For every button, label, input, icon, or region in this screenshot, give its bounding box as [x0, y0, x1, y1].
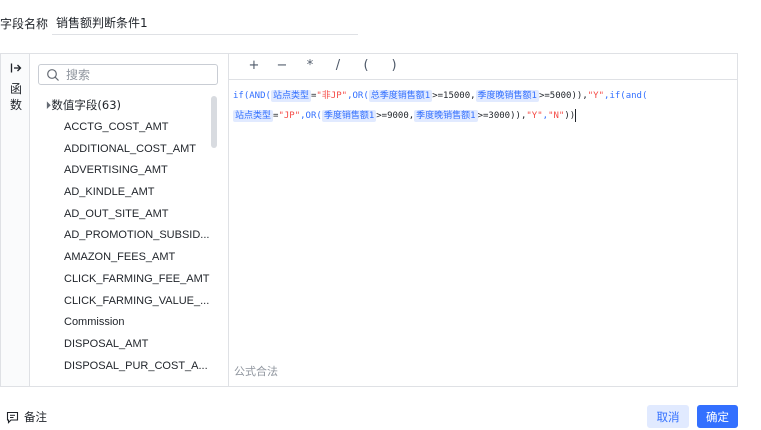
field-item[interactable]: ADVERTISING_AMT	[64, 160, 214, 182]
number-token: >=5000)),	[538, 91, 588, 101]
fn-token: if	[609, 91, 621, 101]
divide-operator-button[interactable]: /	[330, 58, 346, 73]
field-item[interactable]: DISPOSAL_AMT	[64, 334, 214, 356]
formula-editor: + − * / ( ) if(AND(站点类型 ="非JP",OR(总季度销售额1…	[229, 54, 737, 386]
minus-operator-button[interactable]: −	[274, 58, 290, 73]
field-name-row: 字段名称	[0, 11, 50, 35]
field-token[interactable]: 站点类型	[233, 110, 274, 122]
search-input[interactable]	[66, 67, 206, 82]
fn-token: OR	[305, 111, 317, 121]
plus-operator-button[interactable]: +	[246, 58, 262, 73]
field-item[interactable]: AD_PROMOTION_SUBSID...	[64, 225, 214, 247]
field-item[interactable]: AD_KINDLE_AMT	[64, 182, 214, 204]
fn-token: OR	[352, 91, 364, 101]
cancel-button[interactable]: 取消	[647, 405, 689, 428]
side-tabs: 函数	[1, 54, 30, 386]
number-token: >=9000,	[376, 111, 415, 121]
string-token: "Y"	[526, 111, 543, 121]
field-item[interactable]: AD_OUT_SITE_AMT	[64, 204, 214, 226]
fn-token: and	[625, 91, 642, 101]
field-item[interactable]: AMAZON_FEES_AMT	[64, 247, 214, 269]
string-token: "N"	[548, 111, 565, 121]
field-item[interactable]: Commission	[64, 312, 214, 334]
string-token: "Y"	[587, 91, 605, 101]
field-list: ACCTG_COST_AMT ADDITIONAL_COST_AMT ADVER…	[64, 117, 214, 377]
comment-icon	[6, 411, 19, 424]
collapse-arrow-icon[interactable]	[10, 62, 22, 74]
number-token: >=3000)),	[477, 111, 527, 121]
field-token[interactable]: 季度晚销售额1	[475, 90, 539, 102]
close-paren-token: ))	[564, 111, 576, 121]
formula-text[interactable]: if(AND(站点类型 ="非JP",OR(总季度销售额1 >=15000, 季度晚销…	[233, 86, 733, 126]
confirm-button[interactable]: 确定	[697, 405, 738, 428]
operator-toolbar: + − * / ( )	[229, 54, 737, 80]
field-token[interactable]: 季度销售额1	[321, 110, 377, 122]
field-name-label: 字段名称	[0, 16, 49, 31]
field-item[interactable]: ADDITIONAL_COST_AMT	[64, 139, 214, 161]
string-token: "JP"	[278, 111, 301, 121]
multiply-operator-button[interactable]: *	[302, 58, 318, 73]
remark-label: 备注	[24, 410, 47, 424]
fn-token: AND	[249, 91, 266, 101]
open-paren-button[interactable]: (	[358, 58, 374, 73]
field-item[interactable]: ACCTG_COST_AMT	[64, 117, 214, 139]
field-item[interactable]: CLICK_FARMING_VALUE_...	[64, 291, 214, 313]
group-title: 数值字段(63)	[51, 98, 121, 112]
field-item[interactable]: DISPOSAL_PUR_COST_A...	[64, 356, 214, 378]
field-list-scrollbar[interactable]	[211, 96, 217, 148]
search-box	[38, 64, 218, 85]
fn-token: if	[233, 91, 244, 101]
remark-toggle[interactable]: 备注	[6, 409, 47, 425]
formula-editor-panel: 函数 ◢ 数值字段(63) ACCTG_COST_AMT ADDITIONAL_…	[0, 53, 738, 387]
field-token[interactable]: 总季度销售额1	[368, 90, 433, 102]
caret-down-icon[interactable]: ◢	[42, 100, 51, 109]
search-icon	[46, 68, 60, 82]
formula-status: 公式合法	[234, 365, 278, 378]
field-list-panel: ◢ 数值字段(63) ACCTG_COST_AMT ADDITIONAL_COS…	[30, 54, 229, 386]
field-token[interactable]: 季度晚销售额1	[414, 110, 478, 122]
number-token: >=15000,	[432, 91, 476, 101]
field-item[interactable]: CLICK_FARMING_FEE_AMT	[64, 269, 214, 291]
text-caret	[575, 109, 577, 122]
numeric-fields-group[interactable]: ◢ 数值字段(63)	[42, 97, 121, 113]
field-name-input[interactable]	[52, 11, 358, 35]
field-token[interactable]: 站点类型	[270, 90, 311, 102]
string-token: "非JP"	[316, 91, 348, 101]
tab-functions[interactable]: 函数	[9, 81, 23, 113]
close-paren-button[interactable]: )	[386, 58, 402, 73]
